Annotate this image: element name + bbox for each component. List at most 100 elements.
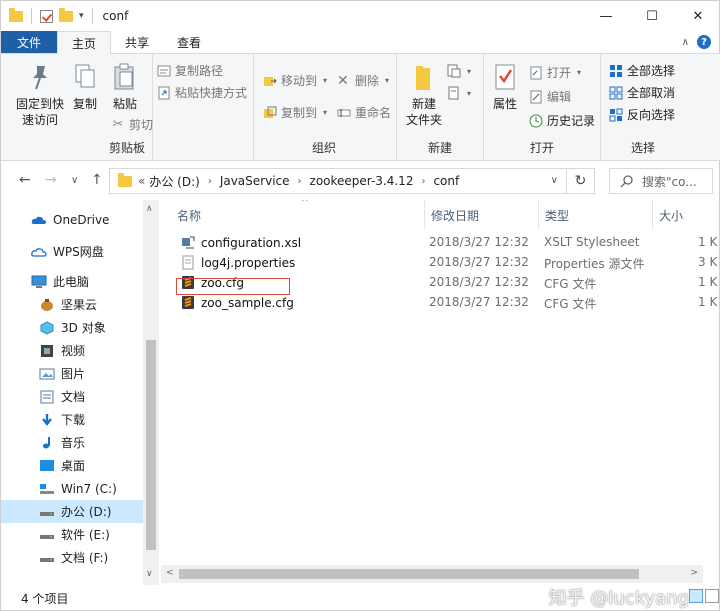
- easy-access-icon: [448, 86, 459, 100]
- file-row[interactable]: log4j.properties 2018/3/27 12:32 Propert…: [171, 253, 720, 273]
- paste-button[interactable]: 粘贴: [105, 62, 145, 112]
- breadcrumb-javaservice[interactable]: JavaService: [220, 174, 290, 188]
- tab-home[interactable]: 主页: [57, 31, 112, 54]
- delete-label: 删除: [355, 74, 380, 88]
- tab-file[interactable]: 文件: [1, 31, 58, 53]
- nav-item-drive-e[interactable]: 软件 (E:): [1, 523, 143, 546]
- scroll-left-arrow-icon[interactable]: <: [166, 568, 174, 578]
- highlight-annotation-box: [176, 278, 290, 295]
- properties-icon[interactable]: [40, 9, 53, 23]
- copy-to-icon: [264, 106, 277, 118]
- copy-button[interactable]: 复制: [67, 62, 103, 112]
- invert-selection-button[interactable]: 反向选择: [609, 106, 675, 123]
- delete-button[interactable]: ✕ 删除 ▾: [337, 72, 389, 89]
- paste-shortcut-label: 粘贴快捷方式: [175, 86, 248, 100]
- nav-item-music[interactable]: 音乐: [1, 431, 143, 454]
- details-view-button[interactable]: [689, 589, 703, 603]
- easy-access-button[interactable]: ▾: [447, 86, 471, 100]
- group-label-clipboard: 剪贴板: [108, 141, 145, 155]
- new-item-icon: [447, 64, 461, 78]
- file-type: XSLT Stylesheet: [544, 235, 640, 249]
- collapse-ribbon-icon[interactable]: ∧: [682, 37, 689, 48]
- chevron-down-icon: ▾: [467, 88, 472, 98]
- copy-label: 复制: [72, 97, 97, 111]
- forward-button[interactable]: →: [45, 172, 57, 188]
- select-none-button[interactable]: 全部取消: [609, 84, 675, 101]
- nav-item-drive-d[interactable]: 办公 (D:): [1, 500, 143, 523]
- column-header-type[interactable]: 类型: [539, 200, 653, 230]
- history-button[interactable]: 历史记录: [529, 112, 595, 129]
- back-button[interactable]: ←: [19, 172, 31, 188]
- minimize-button[interactable]: —: [583, 1, 629, 31]
- refresh-button[interactable]: ↻: [566, 169, 594, 193]
- file-row[interactable]: zoo_sample.cfg 2018/3/27 12:32 CFG 文件 1 …: [171, 293, 720, 313]
- breadcrumb-conf[interactable]: conf: [433, 174, 459, 188]
- nav-item-this-pc[interactable]: 此电脑: [1, 270, 143, 293]
- nav-item-documents[interactable]: 文档: [1, 385, 143, 408]
- invert-selection-icon: [609, 108, 623, 121]
- scroll-down-arrow-icon[interactable]: ∨: [146, 569, 153, 579]
- history-icon: [529, 114, 543, 127]
- sublime-file-icon: [182, 296, 194, 309]
- pin-to-quick-access-button[interactable]: 固定到快 速访问: [13, 62, 67, 128]
- nav-item-drive-f[interactable]: 文档 (F:): [1, 546, 143, 569]
- horizontal-scroll-thumb[interactable]: [179, 569, 639, 579]
- paste-shortcut-button[interactable]: 粘贴快捷方式: [157, 84, 247, 101]
- ribbon-tabs: 文件 主页 共享 查看 ∧ ?: [1, 31, 720, 54]
- nav-pane-scroll-thumb[interactable]: [146, 340, 156, 550]
- breadcrumb-overflow[interactable]: «: [138, 174, 145, 188]
- column-header-name[interactable]: 名称 ^: [171, 200, 425, 230]
- nav-item-3d-objects[interactable]: 3D 对象: [1, 316, 143, 339]
- nav-item-nutstore[interactable]: 坚果云: [1, 293, 143, 316]
- column-header-size[interactable]: 大小: [653, 200, 720, 230]
- properties-button[interactable]: 属性: [487, 62, 523, 112]
- nav-item-label: 文档: [61, 390, 86, 404]
- breadcrumb-zookeeper[interactable]: zookeeper-3.4.12: [310, 174, 414, 188]
- nav-item-drive-c[interactable]: Win7 (C:): [1, 477, 143, 500]
- copy-to-button[interactable]: 复制到 ▾: [263, 104, 327, 121]
- nav-item-onedrive[interactable]: OneDrive: [1, 208, 143, 231]
- open-button[interactable]: 打开 ▾: [529, 64, 581, 81]
- address-bar[interactable]: « 办公 (D:) › JavaService › zookeeper-3.4.…: [109, 168, 595, 194]
- tab-share[interactable]: 共享: [111, 31, 163, 53]
- quick-access-toolbar: ▾: [9, 7, 95, 24]
- nav-item-label: OneDrive: [53, 212, 110, 227]
- breadcrumb-separator-icon[interactable]: ›: [421, 176, 425, 187]
- search-box[interactable]: 搜索"co...: [609, 168, 713, 194]
- nav-item-videos[interactable]: 视频: [1, 339, 143, 362]
- large-icons-view-button[interactable]: [705, 589, 719, 603]
- cut-button[interactable]: ✂ 剪切: [111, 116, 153, 133]
- open-label: 打开: [547, 66, 572, 80]
- paste-shortcut-icon: [158, 86, 170, 99]
- address-dropdown-icon[interactable]: ∨: [551, 175, 558, 186]
- copy-path-button[interactable]: 复制路径: [157, 62, 223, 79]
- close-button[interactable]: ✕: [675, 1, 720, 31]
- nav-item-desktop[interactable]: 桌面: [1, 454, 143, 477]
- new-folder-icon[interactable]: [59, 7, 73, 22]
- up-button[interactable]: ↑: [91, 172, 103, 188]
- scroll-up-arrow-icon[interactable]: ∧: [146, 204, 153, 214]
- tab-view[interactable]: 查看: [163, 31, 215, 53]
- file-list-horizontal-scrollbar[interactable]: < >: [161, 565, 703, 583]
- nav-pane-scrollbar[interactable]: ∧ ∨: [143, 200, 159, 585]
- help-icon[interactable]: ?: [697, 35, 711, 49]
- rename-button[interactable]: 重命名: [337, 104, 391, 121]
- nav-item-downloads[interactable]: 下载: [1, 408, 143, 431]
- recent-locations-button[interactable]: ∨: [71, 175, 78, 186]
- move-to-button[interactable]: 移动到 ▾: [263, 72, 327, 89]
- file-size: 1 K: [698, 275, 718, 289]
- new-item-button[interactable]: ▾: [447, 64, 471, 78]
- nav-item-pictures[interactable]: 图片: [1, 362, 143, 385]
- column-header-date[interactable]: 修改日期: [425, 200, 539, 230]
- breadcrumb-separator-icon[interactable]: ›: [298, 176, 302, 187]
- breadcrumb-drive-d[interactable]: 办公 (D:): [149, 173, 199, 190]
- file-row[interactable]: configuration.xsl 2018/3/27 12:32 XSLT S…: [171, 233, 720, 253]
- select-all-button[interactable]: 全部选择: [609, 62, 675, 79]
- new-folder-button[interactable]: 新建 文件夹: [403, 62, 445, 128]
- scroll-right-arrow-icon[interactable]: >: [690, 568, 698, 578]
- breadcrumb-separator-icon[interactable]: ›: [208, 176, 212, 187]
- maximize-button[interactable]: ☐: [629, 1, 675, 31]
- edit-button[interactable]: 编辑: [529, 88, 571, 105]
- customize-toolbar-dropdown[interactable]: ▾: [79, 11, 84, 21]
- nav-item-wps-drive[interactable]: WPS网盘: [1, 240, 143, 263]
